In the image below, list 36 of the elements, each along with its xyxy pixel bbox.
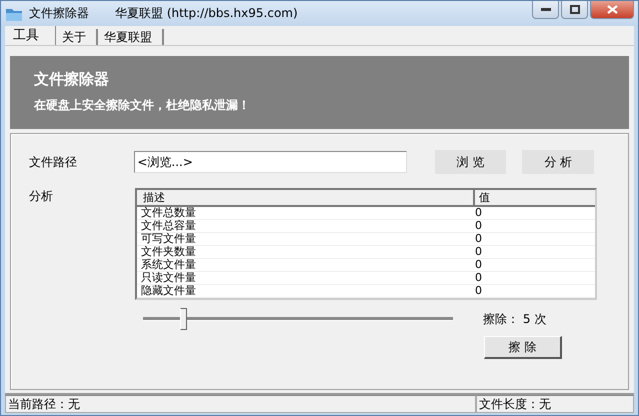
close-icon xyxy=(606,5,618,14)
table-cell-text: 隐藏文件量 xyxy=(140,285,197,297)
table-cell-text: 文件总数量 xyxy=(140,207,197,219)
erase-button[interactable]: 擦 除 xyxy=(484,336,562,359)
field-label: 文件路径 xyxy=(29,154,78,170)
browse-button[interactable]: 浏 览 xyxy=(434,150,506,174)
table-cell-text: 0 xyxy=(474,259,482,271)
slider-thumb[interactable] xyxy=(180,308,188,330)
table-cell-text: 系统文件量 xyxy=(140,259,197,271)
table-cell-text: 0 xyxy=(474,246,482,258)
table-cell-text: 文件夹数量 xyxy=(140,246,197,258)
minimize-button[interactable] xyxy=(532,1,559,19)
table-cell-text: 只读文件量 xyxy=(140,272,197,284)
header-subtitle: 在硬盘上安全擦除文件，杜绝隐私泄漏！ xyxy=(34,97,251,114)
pass-count: 擦除： 5 次 xyxy=(483,310,546,328)
window-subtitle: 华夏联盟 (http://bbs.hx95.com) xyxy=(115,5,298,22)
status-text: 文件长度：无 xyxy=(476,395,634,413)
table-cell-text: 0 xyxy=(474,220,482,232)
window-title: 文件擦除器 xyxy=(29,5,89,22)
maximize-button[interactable] xyxy=(561,1,588,19)
minimize-icon xyxy=(540,8,550,12)
table-cell-text: 文件总容量 xyxy=(140,220,197,232)
close-button[interactable] xyxy=(590,1,634,19)
column-header[interactable]: 描述 xyxy=(137,190,475,205)
path-field[interactable]: <浏览...> xyxy=(134,151,407,173)
maximize-icon xyxy=(570,5,580,14)
table-cell-text: 可写文件量 xyxy=(140,233,197,245)
header-title: 文件擦除器 xyxy=(34,70,110,89)
status-text: 当前路径：无 xyxy=(5,395,476,413)
column-header[interactable]: 值 xyxy=(475,190,490,205)
table-cell-text: 0 xyxy=(474,233,482,245)
table-cell-text: 0 xyxy=(474,285,482,297)
table-cell-text: 0 xyxy=(474,207,482,219)
table-cell-text: 0 xyxy=(474,272,482,284)
field-label: 分析 xyxy=(29,188,54,205)
analyze-button[interactable]: 分 析 xyxy=(522,150,594,174)
